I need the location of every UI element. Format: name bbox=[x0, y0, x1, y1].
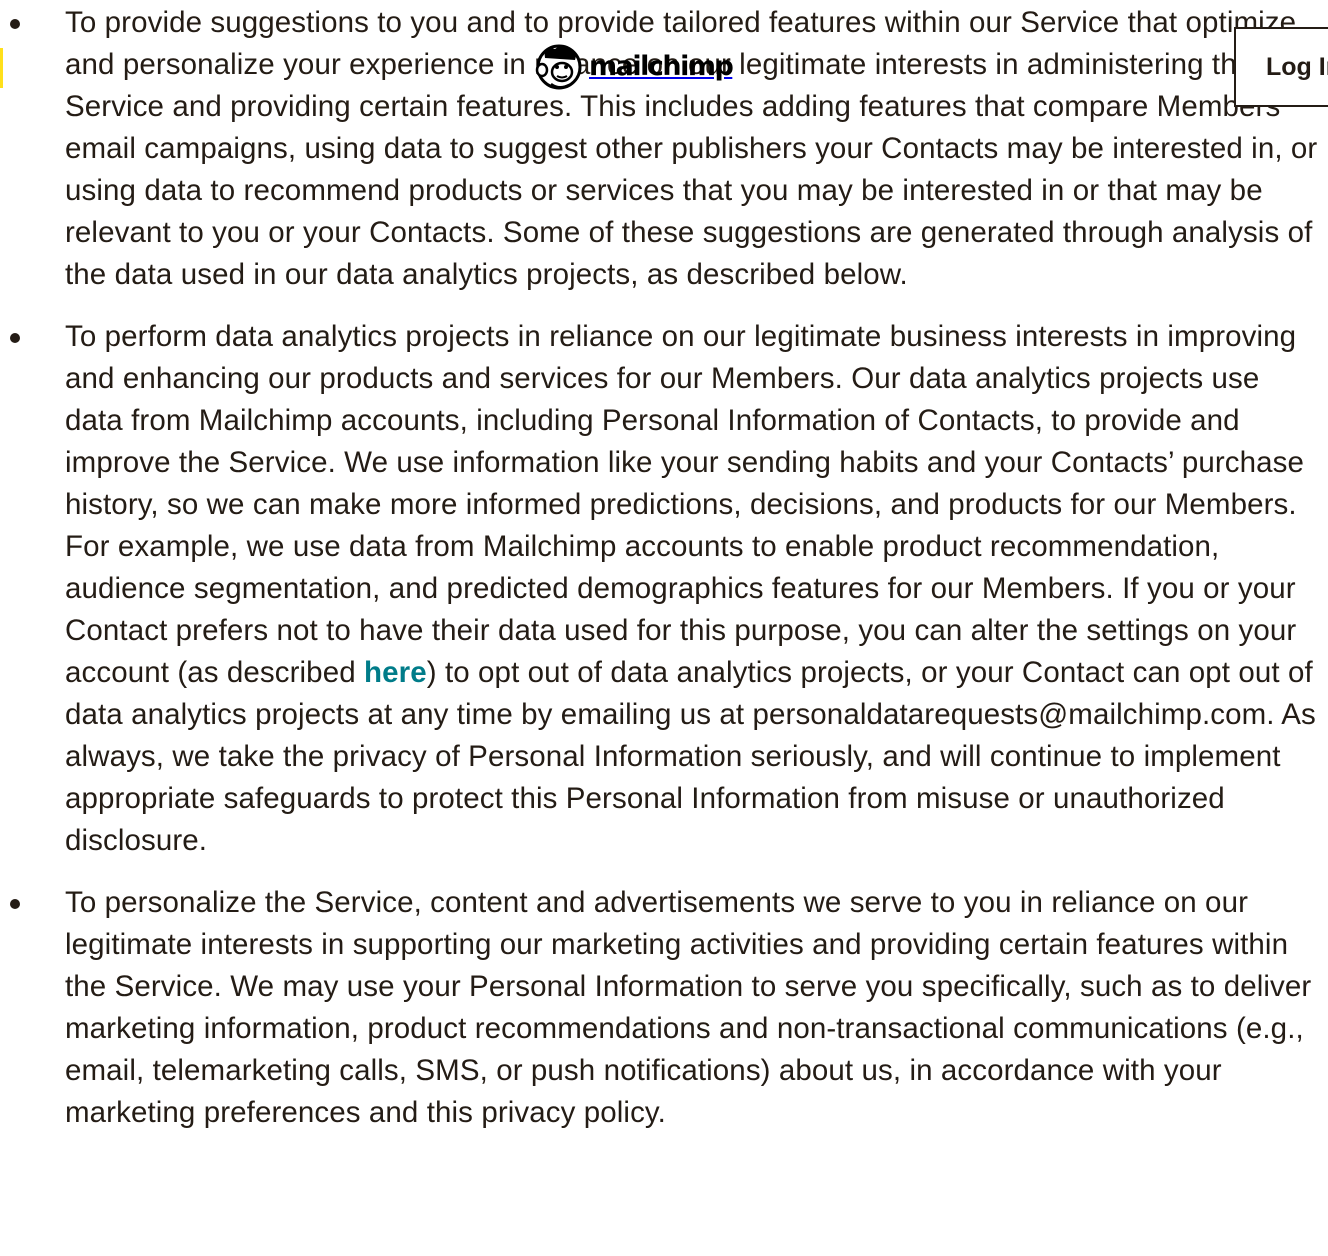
bullet-icon bbox=[10, 19, 20, 29]
policy-bullet-list: To provide suggestions to you and to pro… bbox=[0, 2, 1328, 1134]
logo-wordmark: mailchimp bbox=[589, 50, 734, 82]
list-item-text: To personalize the Service, content and … bbox=[65, 886, 1312, 1129]
bullet-icon bbox=[10, 333, 20, 343]
bullet-icon bbox=[10, 899, 20, 909]
mailchimp-logo[interactable]: mailchimp bbox=[533, 40, 734, 92]
yellow-edge-accent bbox=[0, 48, 3, 88]
list-item: To personalize the Service, content and … bbox=[0, 882, 1328, 1134]
here-link[interactable]: here bbox=[364, 656, 427, 689]
list-item-text: To perform data analytics projects in re… bbox=[65, 320, 1304, 689]
freddie-chimp-icon bbox=[535, 44, 582, 90]
policy-content: To provide suggestions to you and to pro… bbox=[0, 0, 1328, 1134]
list-item: To perform data analytics projects in re… bbox=[0, 316, 1328, 862]
login-button[interactable]: Log In bbox=[1234, 27, 1328, 107]
